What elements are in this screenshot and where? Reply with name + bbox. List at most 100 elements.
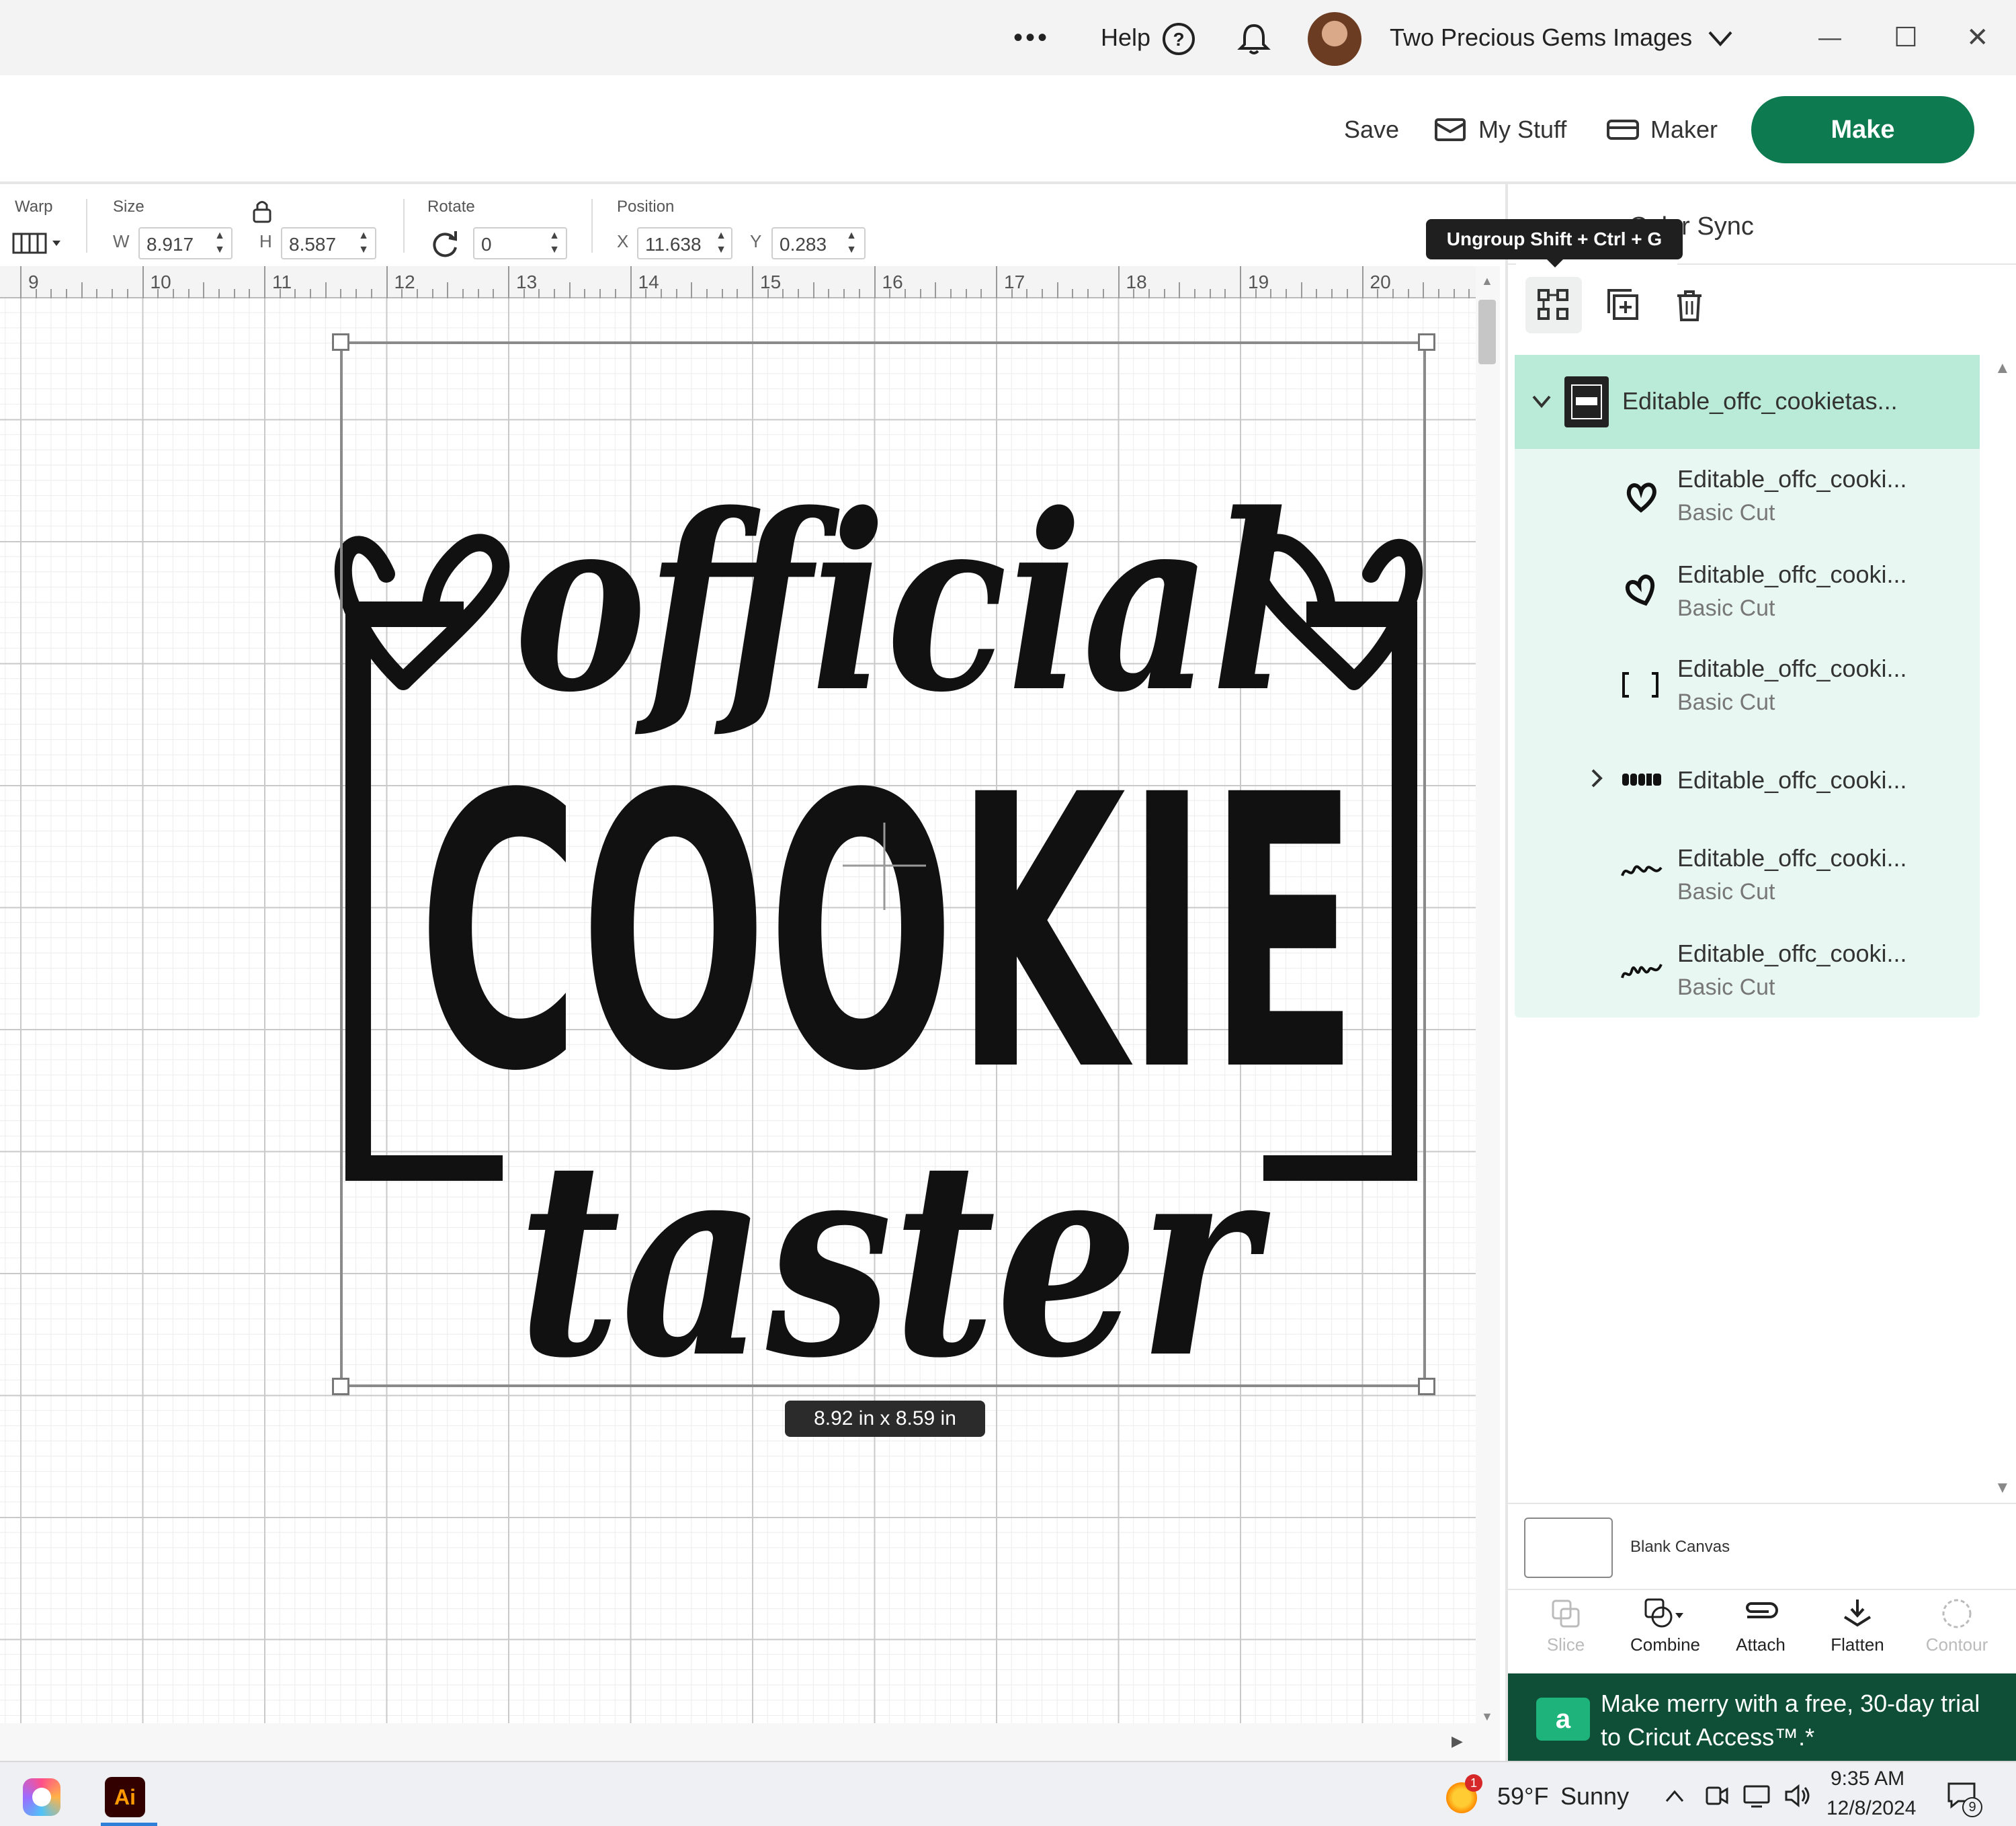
minimize-button[interactable]: — <box>1818 0 1841 75</box>
layer-name: Editable_offc_cooki... <box>1677 844 1907 872</box>
lock-icon[interactable] <box>250 198 274 224</box>
meeting-icon[interactable] <box>1703 1782 1730 1809</box>
y-position-stepper[interactable]: ▲ ▼ <box>844 229 859 258</box>
height-stepper[interactable]: ▲ ▼ <box>356 229 371 258</box>
resize-handle[interactable] <box>1418 1378 1435 1395</box>
layer-operation: Basic Cut <box>1677 879 1775 905</box>
ruler-minor-tick <box>126 289 128 298</box>
resize-handle[interactable] <box>1418 333 1435 351</box>
illustrator-icon[interactable]: Ai <box>105 1777 145 1817</box>
network-icon[interactable] <box>1742 1782 1771 1809</box>
scroll-down-arrow[interactable]: ▼ <box>1481 1710 1493 1724</box>
ruler-minor-tick <box>279 289 281 298</box>
ruler-minor-tick <box>1331 289 1333 298</box>
chevron-down-icon[interactable] <box>1707 28 1734 48</box>
blank-canvas-swatch[interactable] <box>1524 1518 1613 1578</box>
layer-row[interactable] <box>1515 825 1980 919</box>
chevron-down-icon[interactable] <box>1529 391 1554 411</box>
volume-icon[interactable] <box>1783 1782 1813 1809</box>
promo-banner[interactable]: a Make merry with a free, 30-day trial t… <box>1508 1673 2016 1761</box>
ruler-minor-tick <box>1407 289 1409 298</box>
close-button[interactable]: ✕ <box>1966 0 1989 75</box>
panel-scroll-up-arrow[interactable]: ▲ <box>1994 359 2011 378</box>
combine-button[interactable]: Combine <box>1618 1597 1712 1671</box>
layer-row[interactable] <box>1515 543 1980 637</box>
rotate-label: Rotate <box>427 198 475 216</box>
mail-icon[interactable] <box>1434 114 1466 144</box>
ruler-minor-tick <box>904 289 906 298</box>
layer-row[interactable] <box>1515 637 1980 731</box>
ruler-minor-tick <box>1270 289 1272 298</box>
panel-scroll-down-arrow[interactable]: ▼ <box>1994 1479 2011 1497</box>
help-icon[interactable]: ? <box>1161 22 1196 56</box>
ruler-minor-tick <box>310 289 312 298</box>
ruler-number: 11 <box>272 272 292 292</box>
selection-box[interactable] <box>340 341 1426 1387</box>
position-label: Position <box>617 198 675 216</box>
ruler-tick <box>1118 266 1120 298</box>
heart-icon <box>1621 473 1661 520</box>
avatar[interactable] <box>1308 12 1361 66</box>
attach-button[interactable]: Attach <box>1714 1597 1808 1671</box>
ruler-tick <box>996 266 997 298</box>
ruler-minor-tick <box>1102 289 1104 298</box>
flatten-button[interactable]: Flatten <box>1810 1597 1904 1671</box>
temperature[interactable]: 59°F <box>1497 1782 1548 1811</box>
make-button[interactable]: Make <box>1751 96 1974 163</box>
official-text-icon <box>1620 954 1664 988</box>
ruler-minor-tick <box>233 289 235 298</box>
ruler-number: 20 <box>1370 272 1391 292</box>
help-label[interactable]: Help <box>1101 0 1150 75</box>
heart-icon <box>1621 567 1661 614</box>
account-name[interactable]: Two Precious Gems Images <box>1390 0 1692 75</box>
slice-button[interactable]: Slice <box>1519 1597 1613 1671</box>
warp-icon[interactable] <box>11 229 65 258</box>
ruler-minor-tick <box>782 289 784 298</box>
bell-icon[interactable] <box>1236 22 1271 56</box>
clock-time[interactable]: 9:35 AM <box>1831 1768 1904 1790</box>
maximize-button[interactable]: ☐ <box>1894 0 1918 75</box>
resize-handle[interactable] <box>332 1378 349 1395</box>
save-button[interactable]: Save <box>1344 75 1399 184</box>
ruler-tick <box>752 266 753 298</box>
more-options-button[interactable]: ••• <box>1013 0 1050 75</box>
resize-handle[interactable] <box>332 333 349 351</box>
ruler-number: 15 <box>760 272 782 292</box>
layer-operation: Basic Cut <box>1677 974 1775 1000</box>
ruler-minor-tick <box>447 282 449 298</box>
weather-condition[interactable]: Sunny <box>1560 1782 1629 1811</box>
duplicate-button[interactable] <box>1594 277 1650 333</box>
ruler-minor-tick <box>1193 289 1195 298</box>
my-stuff-button[interactable]: My Stuff <box>1478 75 1566 184</box>
ruler-minor-tick <box>1377 289 1379 298</box>
vertical-scrollbar[interactable]: ▲ ▼ <box>1476 266 1500 1723</box>
layer-row[interactable] <box>1515 449 1980 543</box>
ruler-minor-tick <box>660 289 662 298</box>
scroll-up-arrow[interactable]: ▲ <box>1481 274 1493 288</box>
cricut-access-icon: a <box>1536 1698 1590 1741</box>
delete-button[interactable] <box>1661 277 1718 333</box>
rotate-icon[interactable] <box>429 227 461 259</box>
promo-text: Make merry with a free, 30-day trial to … <box>1601 1690 1980 1751</box>
layer-operation: Basic Cut <box>1677 500 1775 526</box>
chevron-right-icon[interactable] <box>1587 766 1606 790</box>
layer-name: Editable_offc_cooki... <box>1677 940 1907 967</box>
ruler-minor-tick <box>1346 289 1348 298</box>
horizontal-scrollbar[interactable]: ▶ <box>0 1723 1500 1761</box>
ruler-minor-tick <box>1026 289 1028 298</box>
maker-button[interactable]: Maker <box>1650 75 1718 184</box>
divider <box>86 199 87 253</box>
machine-icon[interactable] <box>1606 117 1640 142</box>
creative-cloud-icon[interactable] <box>23 1778 60 1816</box>
width-stepper[interactable]: ▲ ▼ <box>212 229 227 258</box>
weather-badge: 1 <box>1465 1774 1482 1792</box>
contour-button[interactable]: Contour <box>1910 1597 2004 1671</box>
clock-date[interactable]: 12/8/2024 <box>1826 1797 1916 1820</box>
vertical-scroll-thumb[interactable] <box>1478 300 1496 364</box>
rotate-stepper[interactable]: ▲ ▼ <box>547 229 562 258</box>
x-position-stepper[interactable]: ▲ ▼ <box>714 229 728 258</box>
ruler-minor-tick <box>1209 289 1211 298</box>
ungroup-button[interactable] <box>1525 277 1582 333</box>
scroll-right-arrow[interactable]: ▶ <box>1452 1733 1463 1750</box>
chevron-up-icon[interactable] <box>1663 1786 1687 1807</box>
